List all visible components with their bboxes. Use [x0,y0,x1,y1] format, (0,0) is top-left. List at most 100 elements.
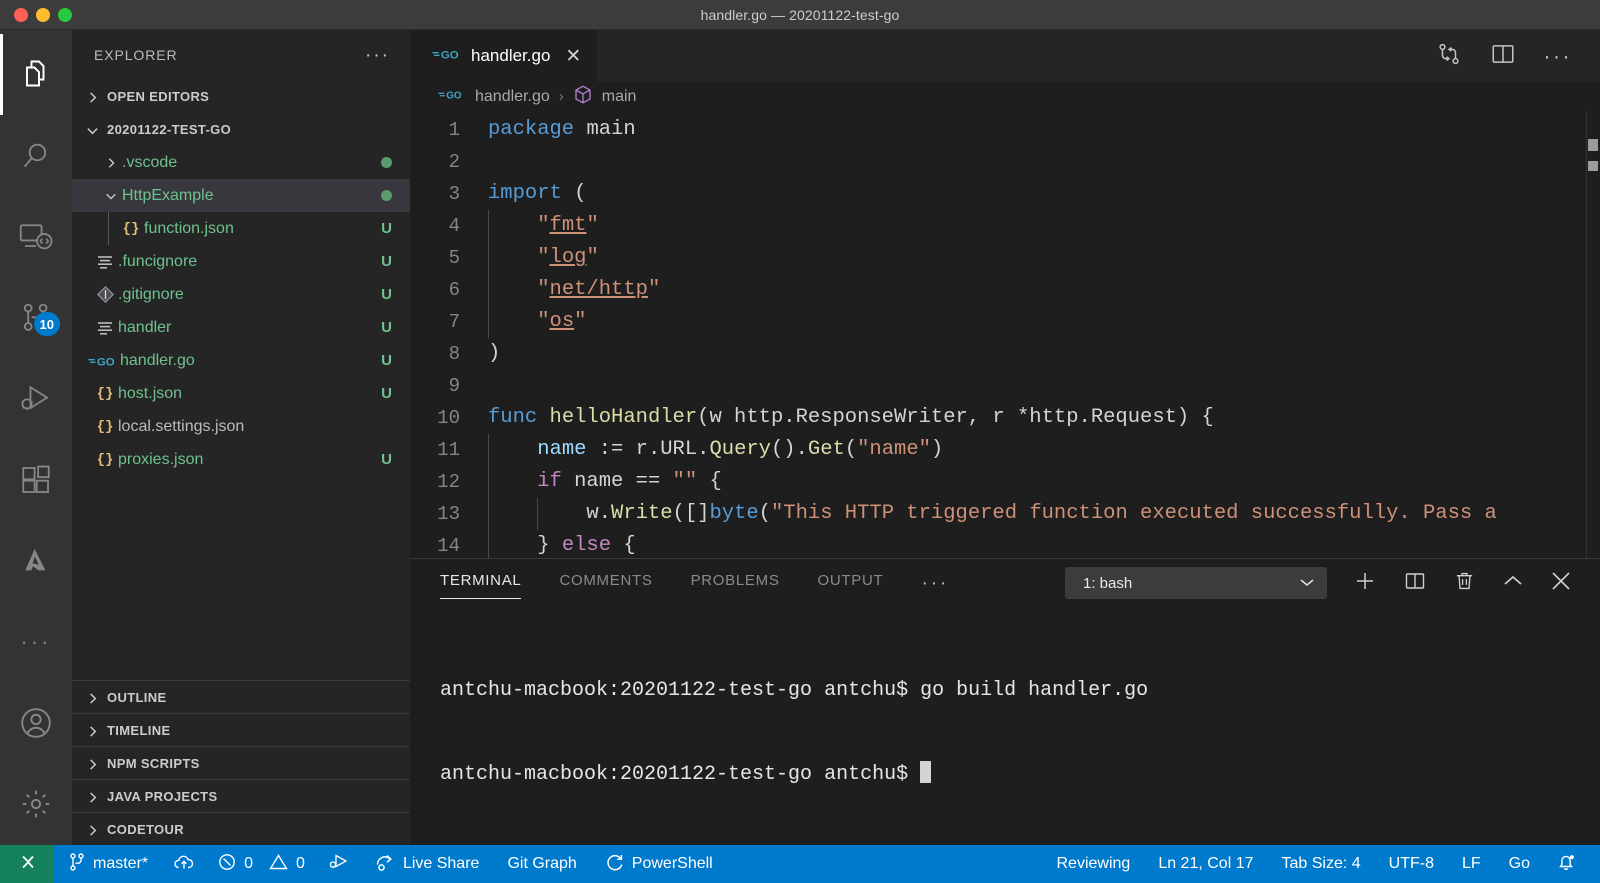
close-icon[interactable]: ✕ [565,47,581,66]
status-tab-size[interactable]: Tab Size: 4 [1268,845,1375,883]
split-icon[interactable] [1403,569,1427,598]
plus-icon[interactable] [1353,569,1377,598]
activitybar-item-explorer[interactable] [0,34,72,115]
tab-terminal[interactable]: TERMINAL [440,572,521,595]
status-sync-changes[interactable] [162,845,206,883]
code-line-text: "fmt" [478,210,1600,242]
split-editor-icon[interactable] [1490,41,1516,72]
line-number: 10 [410,402,478,434]
tab-output[interactable]: OUTPUT [818,572,884,595]
editor-overview-ruler[interactable] [1586,111,1600,558]
section-workspace[interactable]: 20201122-TEST-GO [72,113,410,146]
activitybar-item-extensions[interactable] [0,439,72,520]
breadcrumb-item-symbol[interactable]: main [602,88,637,106]
status-live-share[interactable]: Live Share [360,845,494,883]
tree-item-handler-go[interactable]: GO handler.go U [72,344,410,377]
close-window-button[interactable] [14,8,28,22]
indent-guide [488,210,489,242]
tree-item-gitignore[interactable]: .gitignore U [72,278,410,311]
status-bar-right: Reviewing Ln 21, Col 17 Tab Size: 4 UTF-… [1043,845,1600,883]
tree-item-function-json[interactable]: {} function.json U [72,212,410,245]
tree-item-local-settings-json[interactable]: {} local.settings.json [72,410,410,443]
tree-item-vscode[interactable]: .vscode [72,146,410,179]
section-open-editors[interactable]: OPEN EDITORS [72,80,410,113]
status-warning-count: 0 [296,855,305,873]
code-token: main [586,118,635,141]
minimize-window-button[interactable] [36,8,50,22]
panel-actions: 1: bash [1065,567,1600,599]
activitybar-item-search[interactable] [0,115,72,196]
svg-text:GO: GO [446,90,462,101]
code-line: 1package main [410,114,1600,146]
chevron-down-icon[interactable] [100,191,122,201]
chevron-right-icon [84,755,100,770]
code-token: } [537,534,562,557]
tree-item-label: handler.go [120,352,381,370]
status-notifications[interactable] [1544,845,1588,883]
code-token: "name" [857,438,931,461]
code-line-text: name := r.URL.Query().Get("name") [478,434,1600,466]
section-timeline[interactable]: TIMELINE [72,713,410,746]
chevron-up-icon[interactable] [1502,573,1524,594]
tree-item-handler[interactable]: handler U [72,311,410,344]
status-git-graph[interactable]: Git Graph [493,845,590,883]
tab-comments[interactable]: COMMENTS [559,572,652,595]
code-line: 4 "fmt" [410,210,1600,242]
section-java-projects[interactable]: JAVA PROJECTS [72,779,410,812]
status-encoding[interactable]: UTF-8 [1375,845,1448,883]
activitybar-item-source-control[interactable]: 10 [0,277,72,358]
activitybar-item-run-and-debug[interactable] [0,358,72,439]
section-open-editors-label: OPEN EDITORS [107,89,209,104]
sidebar-more-actions-icon[interactable]: ··· [365,46,390,65]
maximize-window-button[interactable] [58,8,72,22]
section-npm-scripts[interactable]: NPM SCRIPTS [72,746,410,779]
status-eol[interactable]: LF [1448,845,1495,883]
status-language-mode[interactable]: Go [1495,845,1544,883]
run-debug-icon [18,382,54,416]
close-icon[interactable] [1550,570,1572,597]
code-line: 2 [410,146,1600,178]
ellipsis-icon[interactable]: ··· [1544,46,1572,67]
status-remote-debug[interactable] [316,845,360,883]
tree-item-host-json[interactable]: {} host.json U [72,377,410,410]
line-number: 3 [410,178,478,210]
breadcrumb-item-file[interactable]: handler.go [475,88,550,106]
terminal-selector[interactable]: 1: bash [1065,567,1327,599]
git-status-badge: U [381,286,392,303]
terminal-output[interactable]: antchu-macbook:20201122-test-go antchu$ … [410,607,1600,845]
chevron-down-icon [84,122,100,137]
section-codetour[interactable]: CODETOUR [72,812,410,845]
tab-problems[interactable]: PROBLEMS [691,572,780,595]
code-editor[interactable]: 1package main2 3import (4 "fmt"5 "log"6 … [410,111,1600,558]
git-status-badge: U [381,220,392,237]
tree-item-proxies-json[interactable]: {} proxies.json U [72,443,410,476]
git-compare-icon[interactable] [1436,41,1462,72]
activitybar-item-remote-explorer[interactable] [0,196,72,277]
tree-item-funcignore[interactable]: .funcignore U [72,245,410,278]
trash-icon[interactable] [1453,569,1476,598]
code-token: " [586,246,598,269]
section-npm-scripts-label: NPM SCRIPTS [107,756,200,771]
tab-handler-go[interactable]: GO handler.go ✕ [410,30,598,82]
activitybar-item-additional-views[interactable]: ··· [0,601,72,682]
chevron-right-icon[interactable] [100,157,122,169]
activitybar-item-azure[interactable] [0,520,72,601]
section-outline[interactable]: OUTLINE [72,680,410,713]
status-reviewing[interactable]: Reviewing [1043,845,1145,883]
section-workspace-label: 20201122-TEST-GO [107,122,231,137]
status-problems[interactable]: 0 0 [206,845,316,883]
tree-item-httpexample[interactable]: HttpExample [72,179,410,212]
debug-icon [327,852,349,877]
activitybar-item-accounts[interactable] [0,682,72,763]
status-cursor-position[interactable]: Ln 21, Col 17 [1144,845,1267,883]
status-remote-indicator[interactable] [0,845,54,883]
status-branch[interactable]: master* [54,845,162,883]
status-powershell[interactable]: PowerShell [591,845,727,883]
chevron-right-icon: › [559,88,564,105]
code-line: 11 name := r.URL.Query().Get("name") [410,434,1600,466]
panel-more-tabs-icon[interactable]: ··· [921,573,948,593]
code-line-text: func helloHandler(w http.ResponseWriter,… [478,402,1600,434]
chevron-down-icon [1299,575,1315,592]
status-encoding-label: UTF-8 [1389,855,1434,873]
activitybar-item-manage-settings[interactable] [0,763,72,844]
